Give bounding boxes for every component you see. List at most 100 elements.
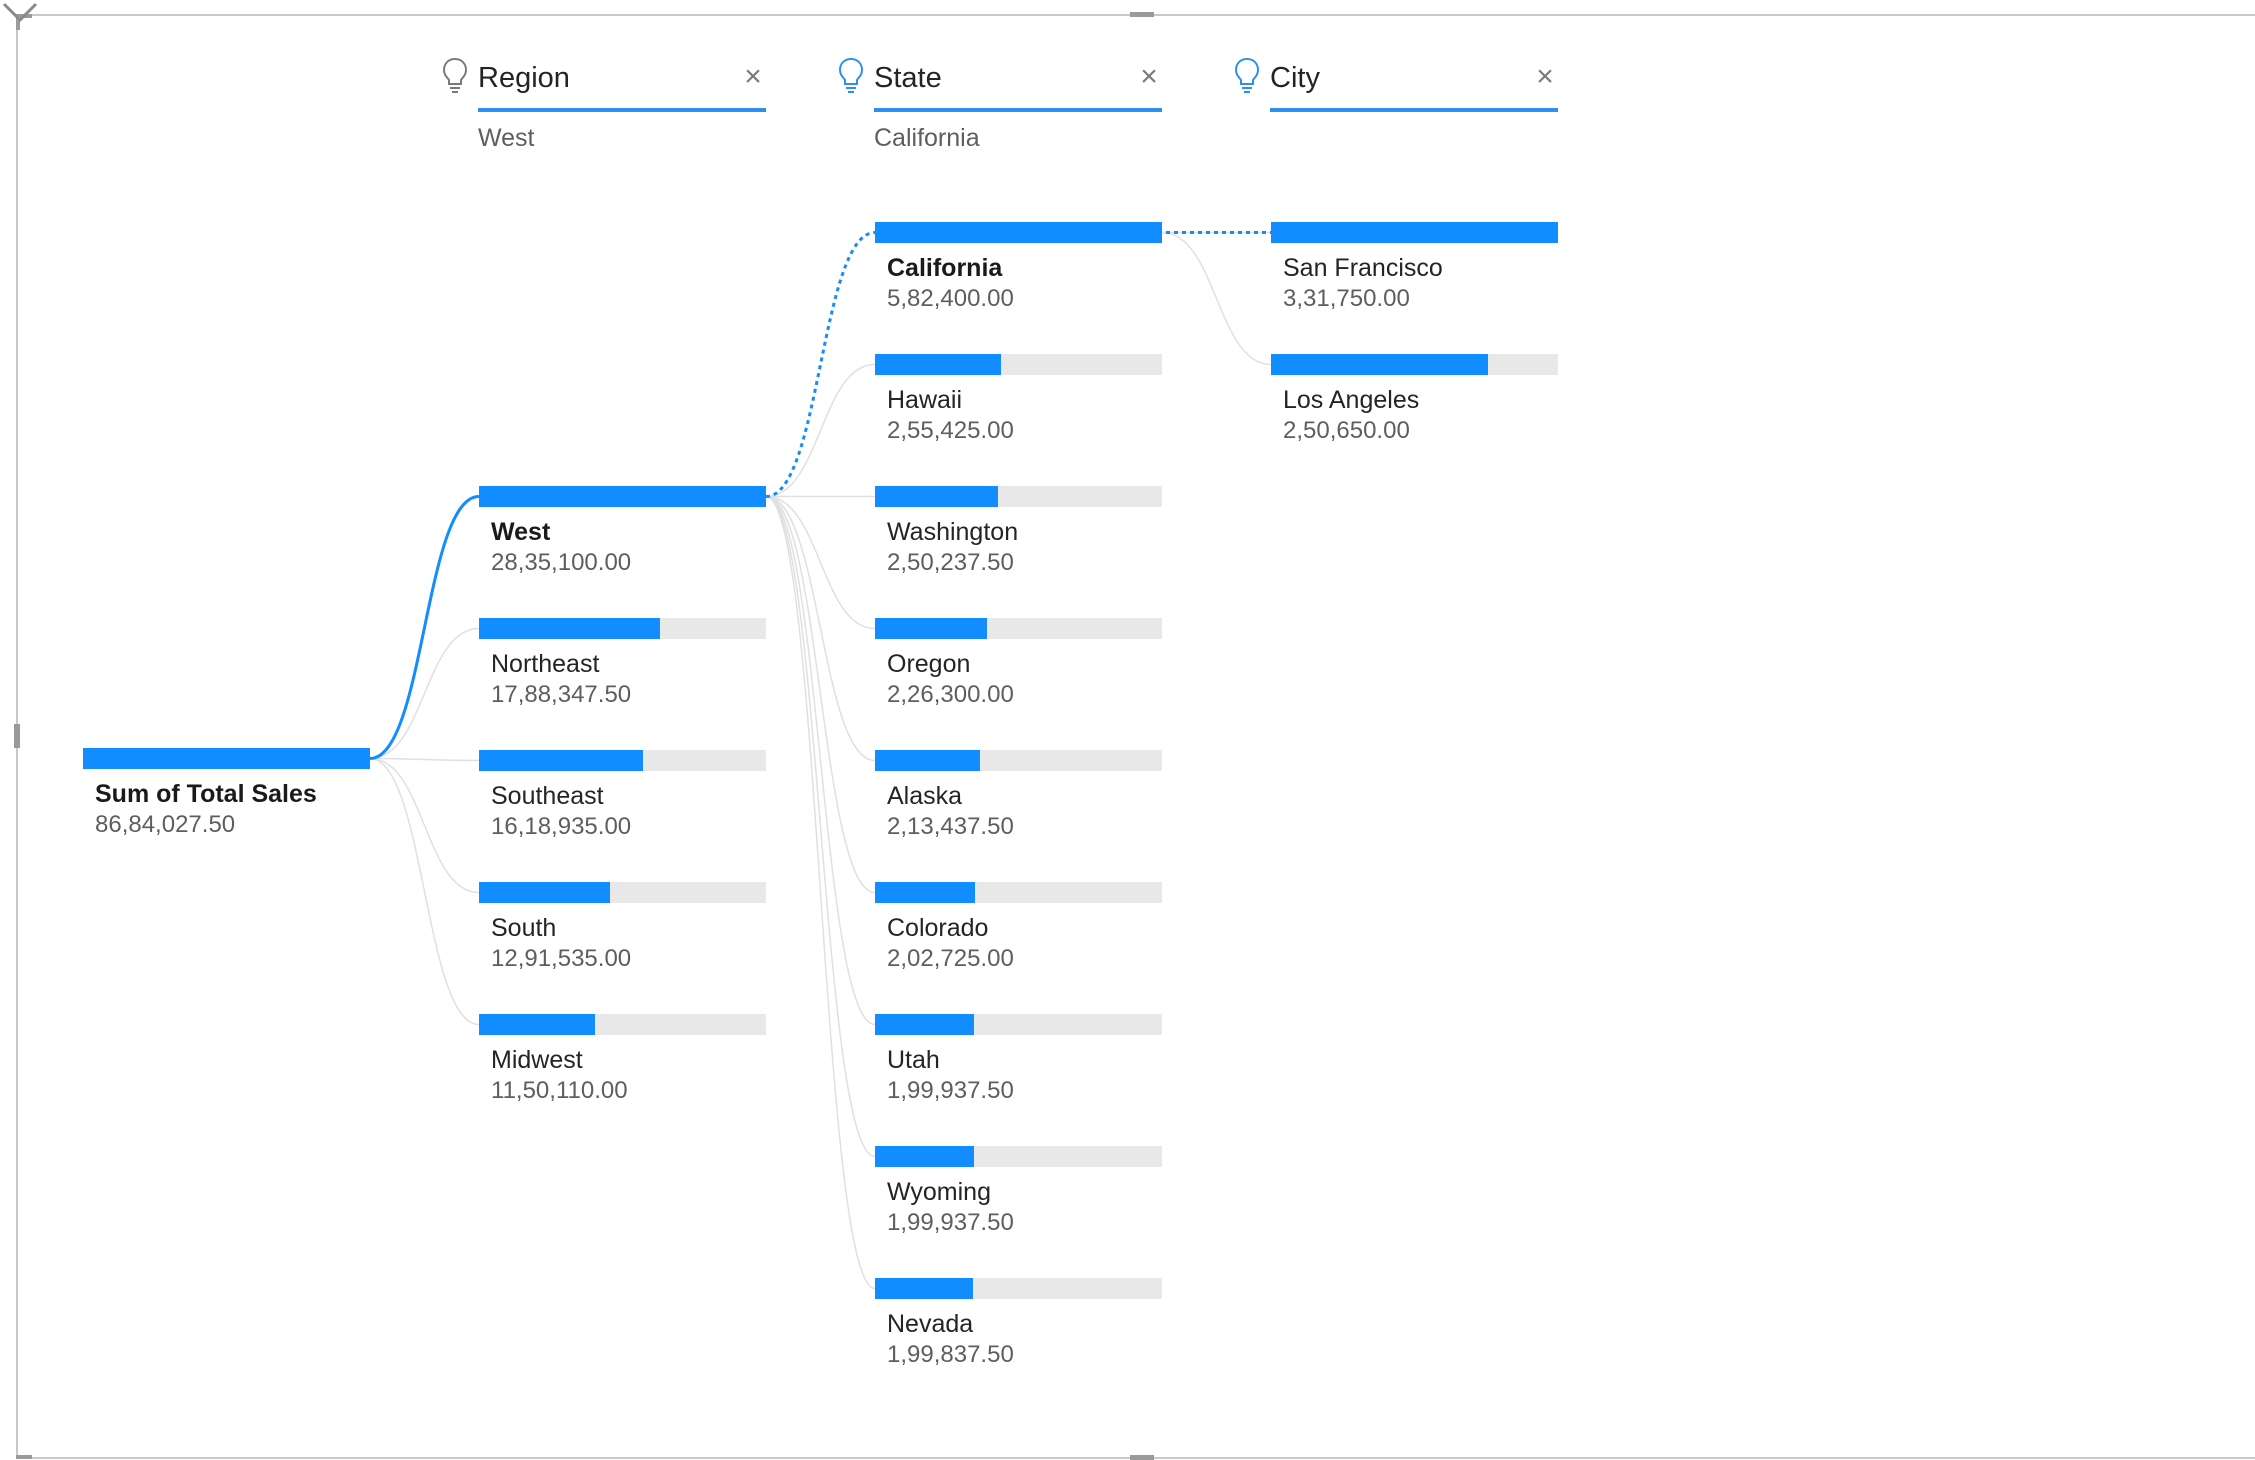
root-node-sum-of-total-sales[interactable]: Sum of Total Sales 86,84,027.50 [83,748,370,843]
node-value: 12,91,535.00 [491,945,632,972]
level-underline [1270,108,1558,112]
level-underline [874,108,1162,112]
region-node-midwest[interactable]: Midwest 11,50,110.00 [479,1014,766,1109]
city-node-san-francisco[interactable]: San Francisco 3,31,750.00 [1271,222,1558,317]
bar-fill [479,1014,595,1035]
level-title: City [1270,62,1320,94]
state-node-nevada[interactable]: Nevada 1,99,837.50 [875,1278,1162,1373]
lightbulb-icon[interactable] [440,56,470,94]
node-label: Hawaii [887,386,963,414]
node-value: 2,55,425.00 [887,417,1014,444]
state-node-wyoming[interactable]: Wyoming 1,99,937.50 [875,1146,1162,1241]
state-node-alaska[interactable]: Alaska 2,13,437.50 [875,750,1162,845]
node-label: Nevada [887,1310,974,1338]
state-node-colorado[interactable]: Colorado 2,02,725.00 [875,882,1162,977]
node-value: 1,99,837.50 [887,1341,1014,1368]
bar-track [875,618,1162,639]
lightbulb-icon[interactable] [836,56,866,94]
bar-track [479,486,766,507]
node-label: Sum of Total Sales [95,780,317,808]
node-label: Utah [887,1046,940,1074]
bar-fill [875,222,1162,243]
node-value: 2,26,300.00 [887,681,1014,708]
close-icon[interactable]: × [1134,62,1164,92]
node-label: Wyoming [887,1178,991,1206]
bar-track [479,1014,766,1035]
level-underline [478,108,766,112]
node-value: 2,50,650.00 [1283,417,1410,444]
lightbulb-icon[interactable] [1232,56,1262,94]
state-node-utah[interactable]: Utah 1,99,937.50 [875,1014,1162,1109]
node-value: 28,35,100.00 [491,549,632,576]
bar-track [1271,222,1558,243]
visual-container: Region × West State × California City × … [0,0,2255,1460]
city-node-los-angeles[interactable]: Los Angeles 2,50,650.00 [1271,354,1558,449]
node-value: 1,99,937.50 [887,1209,1014,1236]
node-value: 1,99,937.50 [887,1077,1014,1104]
chevron-down-icon[interactable] [0,0,40,24]
connector-line [369,757,480,1026]
level-title: State [874,62,942,94]
bar-fill [875,1014,974,1035]
node-value: 5,82,400.00 [887,285,1014,312]
tree-connectors [369,231,1272,1290]
node-value: 16,18,935.00 [491,813,632,840]
region-node-south[interactable]: South 12,91,535.00 [479,882,766,977]
close-icon[interactable]: × [1530,62,1560,92]
level-header-region: Region × West [440,56,766,176]
bar-track [479,882,766,903]
bar-track [875,750,1162,771]
connector-line [765,495,876,1026]
node-label: Los Angeles [1283,386,1420,414]
state-node-california[interactable]: California 5,82,400.00 [875,222,1162,317]
bar-track [875,222,1162,243]
node-value: 2,13,437.50 [887,813,1014,840]
node-label: Washington [887,518,1019,546]
connector-line [1161,231,1272,366]
node-label: Alaska [887,782,963,810]
bar-fill [479,618,660,639]
state-node-washington[interactable]: Washington 2,50,237.50 [875,486,1162,581]
bar-fill [479,486,766,507]
bar-fill [1271,222,1558,243]
bar-track [875,354,1162,375]
bar-track [875,882,1162,903]
level-header-state: State × California [836,56,1162,176]
node-value: 17,88,347.50 [491,681,632,708]
node-label: Midwest [491,1046,583,1074]
node-label: South [491,914,557,942]
state-node-hawaii[interactable]: Hawaii 2,55,425.00 [875,354,1162,449]
level-header-city: City × [1232,56,1558,176]
node-value: 2,02,725.00 [887,945,1014,972]
region-node-southeast[interactable]: Southeast 16,18,935.00 [479,750,766,845]
bar-fill [1271,354,1488,375]
region-node-west[interactable]: West 28,35,100.00 [479,486,766,581]
node-label: Southeast [491,782,604,810]
close-icon[interactable]: × [738,62,768,92]
node-label: Oregon [887,650,971,678]
node-label: California [887,254,1003,282]
connector-line [765,495,876,762]
state-node-oregon[interactable]: Oregon 2,26,300.00 [875,618,1162,713]
bar-fill [875,486,998,507]
level-selected-value: California [874,124,980,152]
bar-track [83,748,370,769]
bar-fill [875,1146,974,1167]
connector-line [765,495,876,1290]
bar-track [1271,354,1558,375]
bar-track [875,1014,1162,1035]
connector-line [765,363,876,498]
node-label: San Francisco [1283,254,1443,282]
connector-line [369,627,480,760]
bar-track [479,618,766,639]
bar-track [875,486,1162,507]
selected-connector-line [369,495,480,760]
node-label: Colorado [887,914,989,942]
connector-line [369,757,480,894]
selected-connector-line [765,231,876,498]
region-node-northeast[interactable]: Northeast 17,88,347.50 [479,618,766,713]
bar-fill [875,882,975,903]
node-value: 86,84,027.50 [95,811,236,838]
level-title: Region [478,62,570,94]
node-value: 2,50,237.50 [887,549,1014,576]
